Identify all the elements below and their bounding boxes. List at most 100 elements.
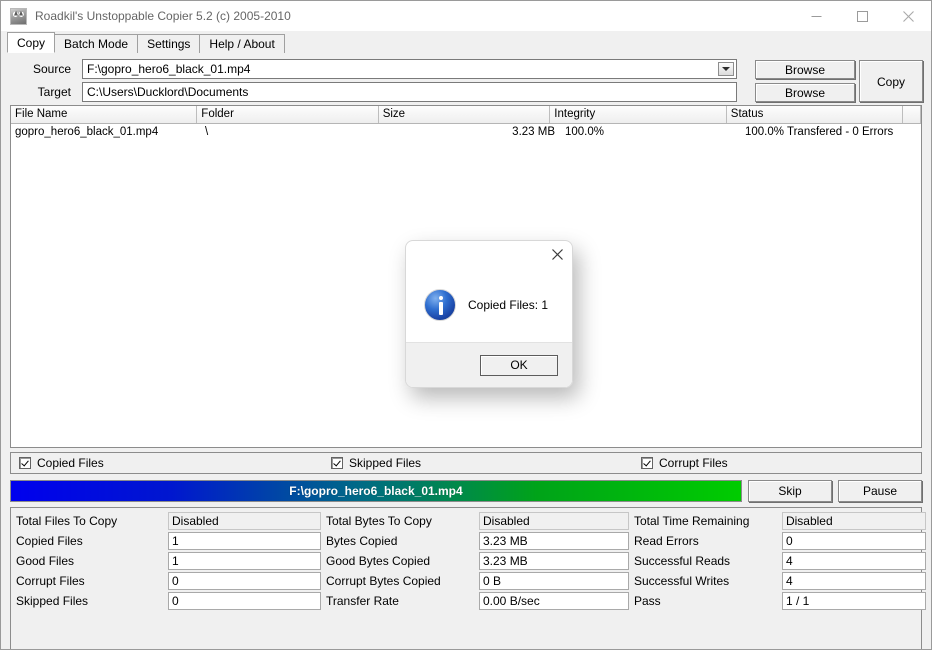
cell-file-name: gopro_hero6_black_01.mp4 xyxy=(15,126,159,138)
chevron-down-icon[interactable] xyxy=(718,62,734,76)
stat-value: 1 xyxy=(168,532,321,550)
checkmark-icon xyxy=(331,457,343,469)
window-title: Roadkil's Unstoppable Copier 5.2 (c) 200… xyxy=(35,9,291,23)
dialog-message: Copied Files: 1 xyxy=(468,297,549,312)
cell-status: 100.0% Transfered - 0 Errors xyxy=(745,126,894,138)
stat-label: Total Files To Copy xyxy=(16,514,118,528)
stat-value: 0.00 B/sec xyxy=(479,592,629,610)
filter-checkbox-bar: Copied Files Skipped Files Corrupt Files xyxy=(10,452,922,474)
stat-value: 0 xyxy=(168,572,321,590)
checkbox-copied-files[interactable]: Copied Files xyxy=(19,456,104,470)
stat-value: Disabled xyxy=(479,512,629,530)
stat-value: 3.23 MB xyxy=(479,552,629,570)
stat-label: Read Errors xyxy=(634,534,699,548)
copy-form: Source F:\gopro_hero6_black_01.mp4 Targe… xyxy=(1,53,931,105)
stat-copied-files: Copied Files 1 xyxy=(16,531,321,551)
progress-bar-label: F:\gopro_hero6_black_01.mp4 xyxy=(289,484,463,498)
tab-help-about[interactable]: Help / About xyxy=(199,34,285,53)
stat-total-files-to-copy: Total Files To Copy Disabled xyxy=(16,511,321,531)
stat-value: 0 xyxy=(781,532,926,550)
source-input[interactable]: F:\gopro_hero6_black_01.mp4 xyxy=(82,59,737,79)
skip-button[interactable]: Skip xyxy=(748,480,832,502)
browse-source-button[interactable]: Browse xyxy=(755,60,855,79)
stat-label: Successful Reads xyxy=(634,554,731,568)
browse-target-button[interactable]: Browse xyxy=(755,83,855,102)
dialog-body: Copied Files: 1 xyxy=(406,267,572,342)
stat-value: 3.23 MB xyxy=(479,532,629,550)
stat-label: Good Files xyxy=(16,554,75,568)
file-list-body: gopro_hero6_black_01.mp4 \ 3.23 MB 100.0… xyxy=(11,124,921,140)
stat-label: Total Bytes To Copy xyxy=(326,514,432,528)
checkbox-corrupt-files-label: Corrupt Files xyxy=(659,456,728,470)
stats-column-files: Total Files To Copy Disabled Copied File… xyxy=(11,511,321,649)
stat-label: Corrupt Bytes Copied xyxy=(326,574,441,588)
stat-value: 4 xyxy=(781,552,926,570)
stat-label: Corrupt Files xyxy=(16,574,85,588)
column-header-status[interactable]: Status xyxy=(726,106,904,123)
copied-files-dialog: Copied Files: 1 OK xyxy=(405,240,573,388)
progress-bar: F:\gopro_hero6_black_01.mp4 xyxy=(10,480,742,502)
tab-strip: Copy Batch Mode Settings Help / About xyxy=(1,31,931,53)
stat-good-files: Good Files 1 xyxy=(16,551,321,571)
cell-folder: \ xyxy=(205,126,209,138)
target-value: C:\Users\Ducklord\Documents xyxy=(87,85,249,99)
copy-button[interactable]: Copy xyxy=(859,60,923,102)
dialog-close-icon[interactable] xyxy=(542,242,572,266)
close-button[interactable] xyxy=(885,1,931,31)
stat-value: Disabled xyxy=(781,512,926,530)
checkmark-icon xyxy=(19,457,31,469)
stat-corrupt-files: Corrupt Files 0 xyxy=(16,571,321,591)
stat-successful-writes: Successful Writes 4 xyxy=(634,571,926,591)
checkbox-skipped-files[interactable]: Skipped Files xyxy=(331,456,421,470)
stat-value: 0 xyxy=(168,592,321,610)
tab-copy[interactable]: Copy xyxy=(7,32,56,53)
column-header-spacer xyxy=(903,106,921,123)
stat-value: 1 / 1 xyxy=(781,592,926,610)
column-header-size[interactable]: Size xyxy=(378,106,551,123)
target-input[interactable]: C:\Users\Ducklord\Documents xyxy=(82,82,737,102)
stat-label: Bytes Copied xyxy=(326,534,398,548)
maximize-button[interactable] xyxy=(839,1,885,31)
stat-value: 1 xyxy=(168,552,321,570)
stat-value: 0 B xyxy=(479,572,629,590)
column-header-folder[interactable]: Folder xyxy=(197,106,379,123)
progress-row: F:\gopro_hero6_black_01.mp4 Skip Pause xyxy=(10,480,922,502)
minimize-button[interactable] xyxy=(793,1,839,31)
stat-label: Total Time Remaining xyxy=(634,514,750,528)
stat-value: Disabled xyxy=(168,512,321,530)
cell-integrity: 100.0% xyxy=(565,126,605,138)
stat-pass: Pass 1 / 1 xyxy=(634,591,926,611)
stat-label: Transfer Rate xyxy=(326,594,399,608)
target-label: Target xyxy=(37,85,71,99)
info-icon xyxy=(424,288,456,321)
stat-transfer-rate: Transfer Rate 0.00 B/sec xyxy=(326,591,629,611)
column-header-file-name[interactable]: File Name xyxy=(11,106,198,123)
stat-total-bytes-to-copy: Total Bytes To Copy Disabled xyxy=(326,511,629,531)
stat-label: Good Bytes Copied xyxy=(326,554,431,568)
checkbox-corrupt-files[interactable]: Corrupt Files xyxy=(641,456,728,470)
stat-value: 4 xyxy=(781,572,926,590)
table-row[interactable]: gopro_hero6_black_01.mp4 \ 3.23 MB 100.0… xyxy=(11,124,921,140)
tab-batch-mode[interactable]: Batch Mode xyxy=(54,34,139,53)
ok-button[interactable]: OK xyxy=(480,354,558,376)
dialog-footer: OK xyxy=(406,342,572,387)
stat-total-time-remaining: Total Time Remaining Disabled xyxy=(634,511,926,531)
app-icon xyxy=(10,7,27,25)
stat-bytes-copied: Bytes Copied 3.23 MB xyxy=(326,531,629,551)
stat-good-bytes-copied: Good Bytes Copied 3.23 MB xyxy=(326,551,629,571)
source-label: Source xyxy=(32,62,71,76)
source-value: F:\gopro_hero6_black_01.mp4 xyxy=(87,62,251,76)
cell-size: 3.23 MB xyxy=(512,126,555,138)
stat-skipped-files: Skipped Files 0 xyxy=(16,591,321,611)
tab-settings[interactable]: Settings xyxy=(137,34,201,53)
stats-column-io: Total Time Remaining Disabled Read Error… xyxy=(629,511,926,649)
checkbox-skipped-files-label: Skipped Files xyxy=(349,456,422,470)
stats-column-bytes: Total Bytes To Copy Disabled Bytes Copie… xyxy=(321,511,629,649)
stat-label: Skipped Files xyxy=(16,594,89,608)
dialog-title-bar xyxy=(406,241,572,267)
title-bar: Roadkil's Unstoppable Copier 5.2 (c) 200… xyxy=(1,1,931,31)
pause-button[interactable]: Pause xyxy=(838,480,922,502)
checkmark-icon xyxy=(641,457,653,469)
column-header-integrity[interactable]: Integrity xyxy=(550,106,727,123)
stat-label: Successful Writes xyxy=(634,574,730,588)
